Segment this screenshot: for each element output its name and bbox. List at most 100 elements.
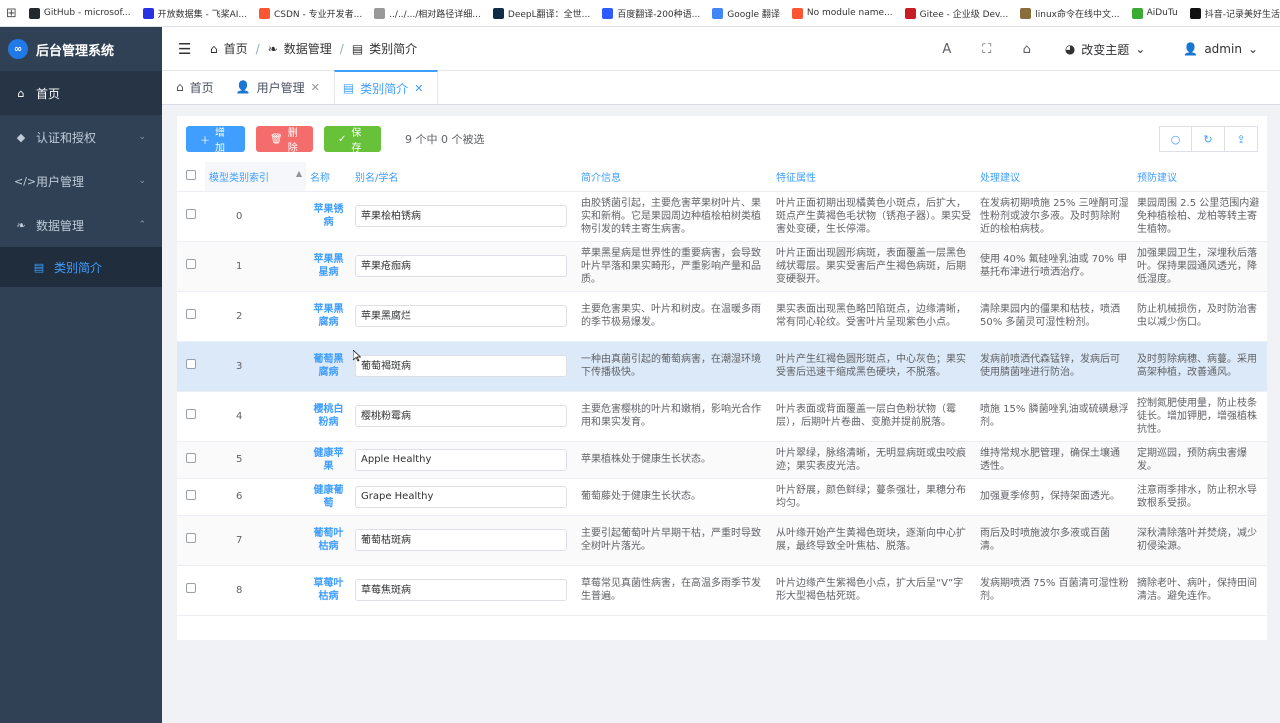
table-row[interactable]: 7 葡萄叶枯病 葡萄枯斑病 主要引起葡萄叶片早期干枯，严重时导致全树叶片落光。 从叶缘开… [177,515,1267,566]
bookmark-item[interactable]: DeepL翻译：全世... [492,7,590,20]
breadcrumb-item[interactable]: 数据管理 [284,40,332,57]
select-all-checkbox[interactable] [186,169,196,180]
name-cell[interactable]: 苹果黑星病 [306,241,351,292]
prevention-cell: 深秋清除落叶并焚烧，减少初侵染源。 [1133,515,1267,566]
bookmark-item[interactable]: Gitee - 企业级 Dev... [904,7,1008,20]
mouse-cursor-icon [353,350,361,362]
sidebar: ∞ 后台管理系统 ⌂ 首页 ◆ 认证和授权 ⌄ </> 用户管理 ⌄ ❧ 数据管… [0,27,162,723]
favicon-icon [904,7,916,19]
bookmark-item[interactable]: ../../.../相对路径详细... [374,7,481,20]
row-checkbox[interactable] [186,489,196,500]
bookmark-item[interactable]: linux命令在线中文... [1020,7,1120,20]
delete-button[interactable]: 🗑 删除 [256,126,313,154]
name-cell[interactable]: 葡萄黑腐病 [306,341,351,392]
search-icon[interactable]: ○ [1159,126,1192,152]
refresh-icon[interactable]: ↻ [1192,126,1225,152]
table-row[interactable]: 0 苹果锈病 苹果桧柏锈病 由胶锈菌引起，主要危害苹果树叶片、果实和新梢。它是果园周边… [177,191,1267,242]
breadcrumb-separator: / [339,41,344,56]
hamburger-icon[interactable]: ☰ [178,40,198,58]
column-header[interactable]: 预防建议 [1133,162,1267,192]
alias-input[interactable]: 苹果黑腐烂 [355,305,567,327]
row-checkbox[interactable] [186,359,196,369]
alias-input[interactable]: 樱桃粉霉病 [355,405,567,427]
row-select-cell [177,291,205,342]
bookmark-item[interactable]: 百度翻译-200种语... [602,7,700,20]
bookmark-item[interactable]: Google 翻译 [712,7,780,20]
bookmark-item[interactable]: 开放数据集 - 飞桨AI... [142,7,247,20]
row-checkbox[interactable] [186,409,196,419]
name-cell[interactable]: 健康葡萄 [306,478,351,516]
name-cell[interactable]: 樱桃白粉病 [306,391,351,442]
theme-switcher[interactable]: ◕ 改变主题 ⌄ [1065,41,1146,58]
row-checkbox[interactable] [186,259,196,269]
bookmark-item[interactable]: GitHub - microsof... [28,7,131,20]
prevention-cell: 注意雨季排水，防止积水导致根系受损。 [1133,478,1267,516]
alias-input[interactable]: Grape Healthy [355,485,567,508]
fullscreen-icon[interactable]: ⛶ [967,42,1007,57]
row-checkbox[interactable] [186,452,196,463]
bookmark-item[interactable]: No module name... [791,7,893,20]
sidebar-item-users[interactable]: </> 用户管理 ⌄ [0,159,162,203]
intro-cell: 草莓常见真菌性病害，在高温多雨季节发生普遍。 [577,565,772,616]
name-cell[interactable]: 草莓叶枯病 [306,565,351,616]
table-row[interactable]: 2 苹果黑腐病 苹果黑腐烂 主要危害果实、叶片和树皮。在温暖多雨的季节极易爆发。 果实表… [177,291,1267,342]
row-select-cell [177,191,205,242]
sidebar-item-home[interactable]: ⌂ 首页 [0,71,162,115]
alias-input[interactable]: Apple Healthy [355,448,567,471]
table-row[interactable]: 8 草莓叶枯病 草莓焦斑病 草莓常见真菌性病害，在高温多雨季节发生普遍。 叶片边缘产生紫… [177,565,1267,616]
column-header[interactable]: 别名/学名 [351,162,577,192]
name-cell[interactable]: 苹果黑腐病 [306,291,351,342]
username: admin [1204,42,1242,56]
user-menu[interactable]: 👤 admin ⌄ [1183,42,1258,56]
sidebar-logo[interactable]: ∞ 后台管理系统 [0,27,162,71]
alias-input[interactable]: 苹果桧柏锈病 [355,205,567,227]
favicon-icon [602,7,614,19]
alias-input[interactable]: 苹果疮痂病 [355,255,567,277]
row-checkbox[interactable] [186,209,196,219]
table-row[interactable]: 5 健康苹果 Apple Healthy 苹果植株处于健康生长状态。 叶片翠绿，脉络清晰… [177,441,1267,479]
apps-grid-icon[interactable]: ⊞ [6,6,17,21]
alias-input[interactable]: 葡萄枯斑病 [355,529,567,551]
close-icon[interactable]: ✕ [311,81,320,94]
sidebar-item-category-intro[interactable]: ▤ 类别简介 [0,247,162,287]
row-select-cell [177,515,205,566]
column-header[interactable]: 简介信息 [577,162,772,192]
row-checkbox[interactable] [186,583,196,593]
column-header[interactable]: 名称 [306,162,351,192]
tab-home[interactable]: ⌂ 首页 [168,70,228,104]
tab-user-management[interactable]: 👤 用户管理 ✕ [228,70,334,104]
add-button[interactable]: ＋ 增加 [186,126,245,154]
alias-input[interactable]: 葡萄褐斑病 [355,355,567,377]
name-cell[interactable]: 健康苹果 [306,441,351,479]
feature-cell: 从叶缘开始产生黄褐色斑块，逐渐向中心扩展，最终导致全叶焦枯、脱落。 [772,515,976,566]
close-icon[interactable]: ✕ [414,82,423,95]
column-header[interactable]: 模型类别索引 ▲ [205,162,306,192]
name-cell[interactable]: 葡萄叶枯病 [306,515,351,566]
export-icon[interactable]: ⇪ [1225,126,1258,152]
bookmark-label: 开放数据集 - 飞桨AI... [157,9,247,20]
row-select-cell [177,391,205,442]
bookmark-item[interactable]: 抖音-记录美好生活 [1189,7,1280,20]
table-row[interactable]: 1 苹果黑星病 苹果疮痂病 苹果黑星病是世界性的重要病害，会导致叶片早落和果实畸形，严… [177,241,1267,292]
intro-cell: 苹果植株处于健康生长状态。 [577,441,772,479]
bookmark-item[interactable]: AiDuTu [1131,7,1178,20]
table-row[interactable]: 3 葡萄黑腐病 葡萄褐斑病 一种由真菌引起的葡萄病害，在潮湿环境下传播极快。 叶片产生红… [177,341,1267,392]
home-icon[interactable]: ⌂ [1007,42,1047,57]
breadcrumb-item[interactable]: 首页 [224,40,248,57]
save-button[interactable]: ✓ 保存 [324,126,381,154]
row-checkbox[interactable] [186,533,196,543]
column-header[interactable]: 特征属性 [772,162,976,192]
leaf-icon: ❧ [267,41,278,56]
alias-input[interactable]: 草莓焦斑病 [355,579,567,601]
name-cell[interactable]: 苹果锈病 [306,191,351,242]
tab-category-intro[interactable]: ▤ 类别简介 ✕ [333,70,439,104]
column-header[interactable]: 处理建议 [976,162,1133,192]
sidebar-item-data[interactable]: ❧ 数据管理 ⌃ [0,203,162,247]
font-size-icon[interactable]: A [927,42,967,57]
sidebar-item-auth[interactable]: ◆ 认证和授权 ⌄ [0,115,162,159]
navbar: ☰ ⌂ 首页 / ❧ 数据管理 / ▤ 类别简介 A ⛶ ⌂ ◕ 改变主题 ⌄ … [162,27,1280,71]
table-row[interactable]: 6 健康葡萄 Grape Healthy 葡萄藤处于健康生长状态。 叶片舒展，颜色鲜绿；… [177,478,1267,516]
row-checkbox[interactable] [186,309,196,319]
table-row[interactable]: 4 樱桃白粉病 樱桃粉霉病 主要危害樱桃的叶片和嫩梢，影响光合作用和果实发育。 叶片表面… [177,391,1267,442]
bookmark-item[interactable]: CSDN - 专业开发者... [258,7,362,20]
